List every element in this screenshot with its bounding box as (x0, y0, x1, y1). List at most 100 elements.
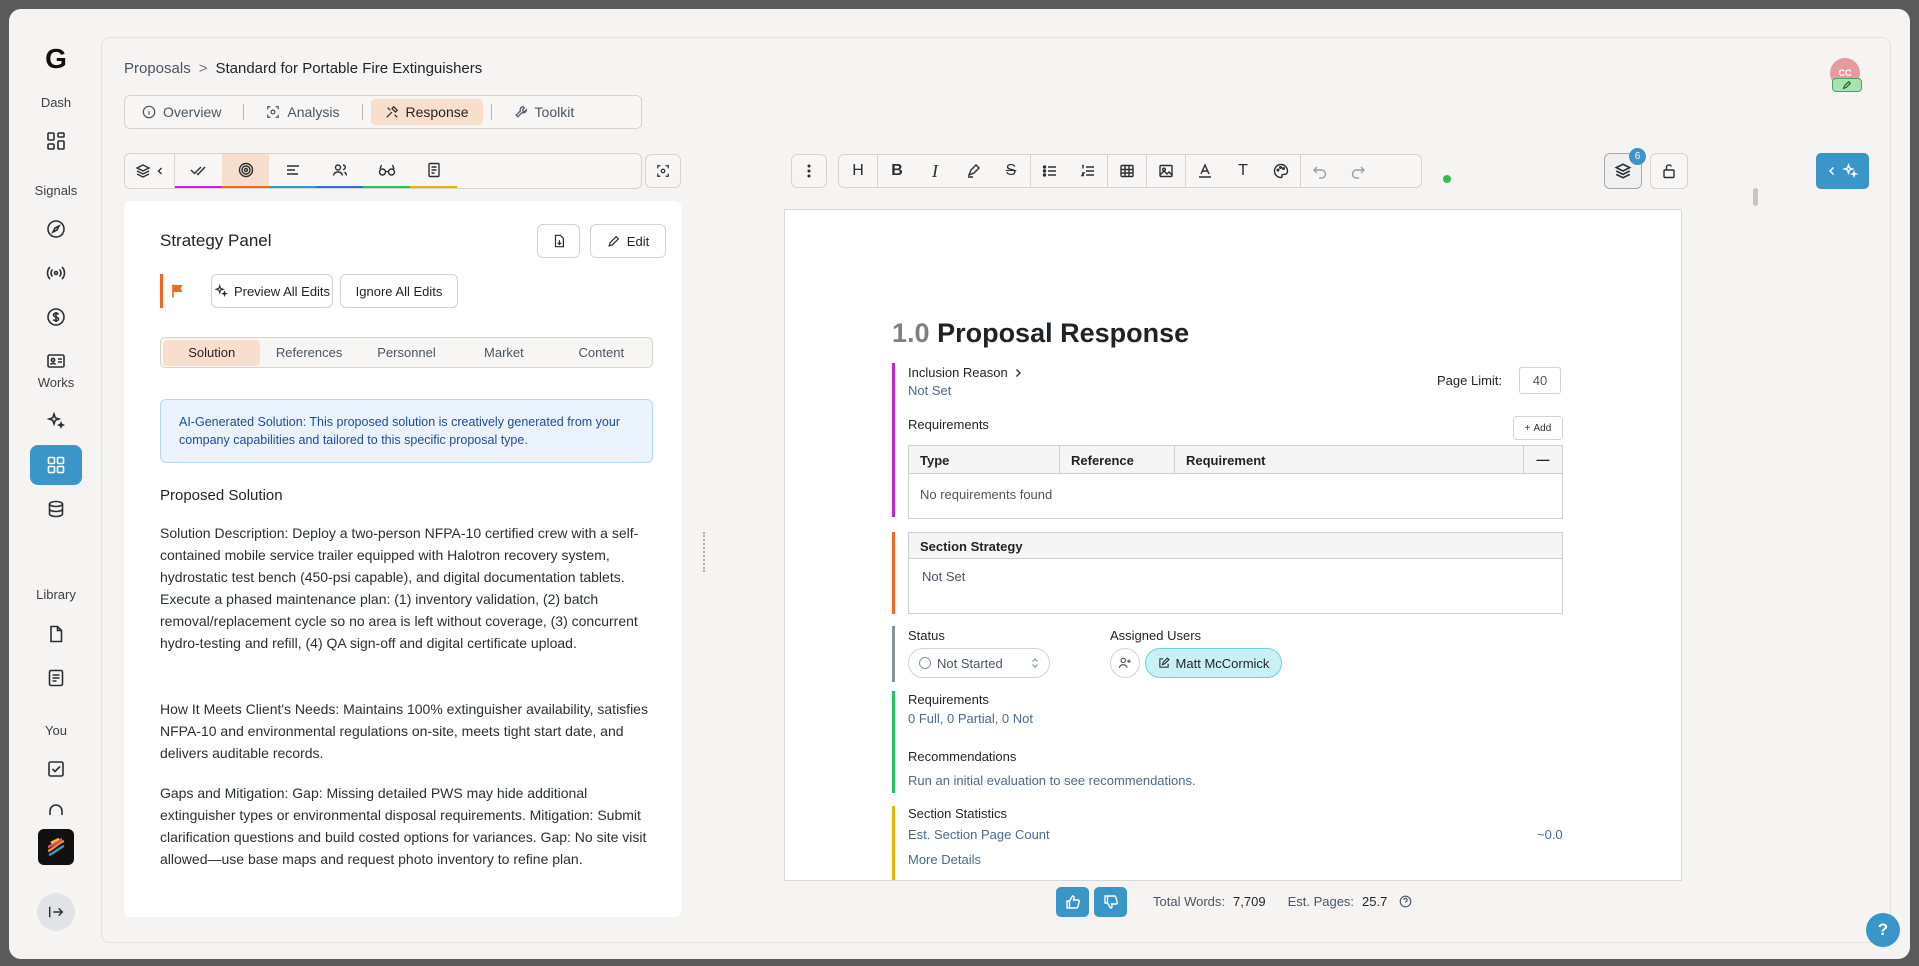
nav-proposals[interactable] (30, 445, 82, 485)
text-style-button[interactable]: T (1224, 155, 1262, 187)
thumbs-up-button[interactable] (1056, 887, 1089, 917)
breadcrumb-proposals[interactable]: Proposals (124, 60, 191, 77)
edit-mode-badge[interactable] (1832, 78, 1862, 92)
nav-ai[interactable] (30, 401, 82, 441)
app-logo[interactable]: G (9, 43, 103, 75)
text-color-icon (1199, 163, 1211, 178)
page-limit-input[interactable]: 40 (1519, 367, 1561, 394)
assigned-user-chip[interactable]: Matt McCormick (1145, 648, 1282, 678)
mode-content[interactable] (410, 154, 457, 188)
mode-outline[interactable] (269, 154, 316, 188)
formatting-toolbar: H B I S T (838, 154, 1422, 188)
undo-button[interactable] (1301, 155, 1339, 187)
exit-icon (48, 906, 64, 918)
subtab-content[interactable]: Content (553, 340, 650, 366)
export-button[interactable] (537, 224, 580, 258)
panel-resize-handle[interactable] (703, 532, 705, 572)
nav-compass[interactable] (30, 209, 82, 249)
bold-button[interactable]: B (878, 155, 916, 187)
tab-overview[interactable]: Overview (128, 99, 235, 125)
recommendations-value: Run an initial evaluation to see recomme… (908, 773, 1196, 788)
nav-documents[interactable] (30, 614, 82, 654)
editor-scrollbar[interactable] (1753, 188, 1758, 206)
select-arrows-icon (1032, 658, 1038, 668)
nav-database[interactable] (30, 489, 82, 529)
mode-review[interactable] (363, 154, 410, 188)
status-select[interactable]: Not Started (908, 648, 1050, 678)
add-requirement-button[interactable]: + Add (1513, 416, 1563, 440)
tab-analysis[interactable]: Analysis (252, 99, 353, 125)
left-nav: G Dash Signals Works Library You (9, 9, 103, 959)
ignore-all-edits-label: Ignore All Edits (355, 283, 443, 299)
total-words-value: 7,709 (1233, 894, 1266, 909)
highlight-button[interactable] (954, 155, 992, 187)
logout-button[interactable] (37, 893, 75, 931)
nav-broadcast[interactable] (30, 253, 82, 293)
est-pages-label: Est. Pages: (1287, 894, 1355, 909)
text-color-button[interactable] (1186, 155, 1224, 187)
undo-icon (1313, 166, 1327, 179)
edit-button[interactable]: Edit (590, 224, 666, 258)
image-icon (1159, 164, 1173, 178)
sparkles-icon (214, 284, 228, 298)
preview-all-edits-label: Preview All Edits (233, 283, 331, 299)
tab-response[interactable]: Response (370, 99, 483, 125)
panel-title: Strategy Panel (160, 231, 272, 250)
subtab-solution[interactable]: Solution (163, 339, 261, 366)
scan-button[interactable] (645, 154, 681, 188)
workspace-logo[interactable] (38, 829, 74, 865)
collapse-table-button[interactable]: — (1524, 446, 1562, 473)
gaps-mitigation: Gaps and Mitigation: Gap: Missing detail… (160, 785, 647, 867)
layers-collapse-button[interactable] (125, 154, 175, 188)
chevron-right-icon (1015, 368, 1021, 377)
palette-button[interactable] (1262, 155, 1300, 187)
nav-section-library: Library (36, 587, 76, 602)
italic-button[interactable]: I (916, 155, 954, 187)
nav-support[interactable] (30, 791, 82, 831)
add-user-button[interactable] (1110, 648, 1140, 678)
mode-personnel[interactable] (316, 154, 363, 188)
mode-compliance[interactable] (175, 154, 222, 188)
more-details-link[interactable]: More Details (908, 852, 981, 867)
nav-tasks[interactable] (30, 749, 82, 789)
table-icon (1120, 164, 1134, 178)
bullet-list-button[interactable] (1031, 155, 1069, 187)
redo-button[interactable] (1339, 155, 1377, 187)
section-heading[interactable]: 1.0 Proposal Response (892, 318, 1189, 349)
more-vertical-icon (807, 164, 811, 178)
nav-pricing[interactable] (30, 297, 82, 337)
ai-assistant-button[interactable] (1816, 153, 1869, 189)
redo-icon (1351, 166, 1365, 179)
section-strategy-box[interactable]: Section Strategy Not Set (908, 532, 1563, 614)
section-strategy-label: Section Strategy (909, 533, 1562, 559)
help-button[interactable]: ? (1866, 913, 1900, 947)
nav-section-works: Works (37, 375, 75, 390)
editor-more-button[interactable] (791, 154, 827, 188)
ignore-all-edits-button[interactable]: Ignore All Edits (340, 274, 458, 308)
subtab-market[interactable]: Market (455, 340, 552, 366)
heading-button[interactable]: H (839, 155, 877, 187)
flag-button[interactable] (170, 283, 186, 299)
inclusion-reason-toggle[interactable]: Inclusion Reason (908, 365, 1022, 380)
subtab-references[interactable]: References (260, 340, 357, 366)
inclusion-reason-value: Not Set (908, 383, 952, 398)
numbered-list-button[interactable] (1069, 155, 1107, 187)
nav-notes[interactable] (30, 658, 82, 698)
section-title: Proposal Response (937, 318, 1190, 348)
nav-dashboard[interactable] (30, 121, 82, 161)
preview-all-edits-button[interactable]: Preview All Edits (211, 274, 333, 308)
tab-toolkit[interactable]: Toolkit (500, 99, 589, 125)
lock-button[interactable] (1650, 153, 1688, 189)
col-type: Type (909, 446, 1060, 473)
table-button[interactable] (1108, 155, 1146, 187)
mode-strategy[interactable] (222, 154, 269, 188)
thumbs-down-button[interactable] (1094, 887, 1127, 917)
proposed-solution-heading: Proposed Solution (160, 487, 283, 504)
status-bar (892, 626, 895, 682)
help-circle-icon[interactable] (1399, 895, 1412, 908)
image-button[interactable] (1147, 155, 1185, 187)
subtab-personnel[interactable]: Personnel (358, 340, 455, 366)
strikethrough-button[interactable]: S (992, 155, 1030, 187)
chevron-left-icon (1828, 166, 1834, 176)
panel-toolbar (124, 153, 642, 189)
